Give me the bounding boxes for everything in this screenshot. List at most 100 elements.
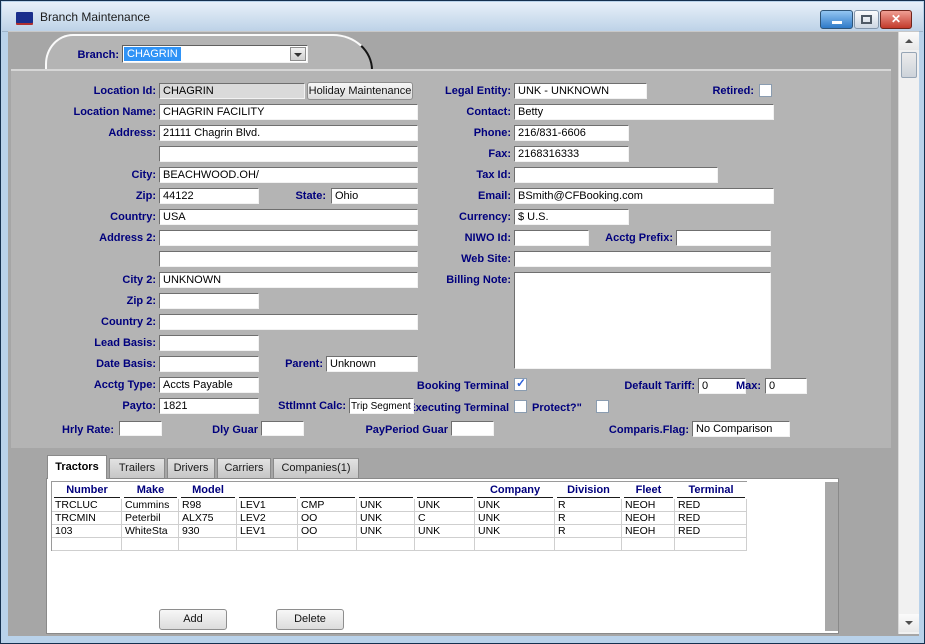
cell: NEOH — [622, 512, 675, 525]
lead-basis-field[interactable] — [159, 335, 259, 351]
max-label: Max: — [717, 380, 761, 393]
retired-checkbox[interactable] — [759, 84, 772, 97]
comparis-flag-field[interactable] — [692, 421, 790, 437]
country-label: Country: — [21, 211, 156, 224]
cell: UNK — [357, 525, 415, 538]
email-label: Email: — [421, 190, 511, 203]
phone-label: Phone: — [421, 127, 511, 140]
minimize-button[interactable] — [820, 10, 853, 29]
booking-terminal-checkbox[interactable] — [514, 378, 527, 391]
address2-line1-field[interactable] — [159, 230, 418, 246]
col-header-fleet[interactable]: Fleet — [624, 483, 673, 498]
payperiod-guar-field[interactable] — [451, 421, 494, 436]
billing-note-textarea[interactable] — [514, 272, 771, 369]
title-bar[interactable]: Branch Maintenance ✕ — [2, 2, 923, 32]
phone-field[interactable] — [514, 125, 629, 141]
zip2-field[interactable] — [159, 293, 259, 309]
contact-field[interactable] — [514, 104, 774, 120]
acctg-prefix-field[interactable] — [676, 230, 771, 246]
payperiod-guar-label: PayPeriod Guar — [328, 424, 448, 437]
address2-line2-field[interactable] — [159, 251, 418, 267]
tab-carriers[interactable]: Carriers — [217, 458, 271, 479]
niwo-id-field[interactable] — [514, 230, 589, 246]
chevron-down-icon[interactable] — [290, 47, 306, 61]
executing-terminal-checkbox[interactable] — [514, 400, 527, 413]
sttlmnt-calc-field[interactable] — [349, 398, 414, 414]
dly-guar-field[interactable] — [261, 421, 304, 436]
delete-button[interactable]: Delete — [276, 609, 344, 630]
holiday-maintenance-button[interactable]: Holiday Maintenance — [307, 82, 413, 100]
col-header-number[interactable]: Number — [54, 483, 120, 498]
add-button[interactable]: Add — [159, 609, 227, 630]
col-header-make[interactable]: Make — [124, 483, 177, 498]
tax-id-field[interactable] — [514, 167, 718, 183]
protect-checkbox[interactable] — [596, 400, 609, 413]
acctg-prefix-label: Acctg Prefix: — [593, 232, 673, 245]
max-field[interactable] — [765, 378, 807, 394]
cell: CMP — [298, 499, 357, 512]
acctg-type-field[interactable] — [159, 377, 259, 393]
default-tariff-label: Default Tariff: — [605, 380, 695, 393]
city-field[interactable] — [159, 167, 418, 183]
tab-companies[interactable]: Companies(1) — [273, 458, 359, 479]
col-header-blank1[interactable] — [239, 483, 296, 498]
cell: UNK — [475, 499, 555, 512]
legal-entity-field[interactable] — [514, 83, 647, 99]
table-row[interactable]: TRCLUC Cummins R98 LEV1 CMP UNK UNK UNK … — [52, 499, 747, 512]
tab-tractors[interactable]: Tractors — [47, 455, 107, 479]
table-row[interactable]: TRCMIN Peterbil ALX75 LEV2 OO UNK C UNK … — [52, 512, 747, 525]
zip-field[interactable] — [159, 188, 259, 204]
scrollbar-up-icon[interactable] — [899, 32, 919, 50]
cell: LEV1 — [237, 525, 298, 538]
state-field[interactable] — [331, 188, 418, 204]
branch-combobox[interactable]: CHAGRIN — [122, 45, 308, 63]
col-header-blank4[interactable] — [417, 483, 473, 498]
col-header-blank3[interactable] — [359, 483, 413, 498]
email-field[interactable] — [514, 188, 774, 204]
scrollbar-down-icon[interactable] — [899, 614, 919, 632]
col-header-division[interactable]: Division — [557, 483, 620, 498]
grid-scrollbar[interactable] — [825, 482, 838, 631]
window-scrollbar[interactable] — [898, 32, 919, 634]
web-site-field[interactable] — [514, 251, 771, 267]
col-header-company[interactable]: Company — [477, 483, 553, 498]
cell: LEV2 — [237, 512, 298, 525]
cell: UNK — [357, 512, 415, 525]
cell: LEV1 — [237, 499, 298, 512]
fax-field[interactable] — [514, 146, 629, 162]
tab-trailers[interactable]: Trailers — [109, 458, 165, 479]
table-row-empty[interactable] — [52, 538, 747, 551]
cell: UNK — [415, 525, 475, 538]
cell: UNK — [475, 525, 555, 538]
tab-drivers[interactable]: Drivers — [167, 458, 215, 479]
country-field[interactable] — [159, 209, 418, 225]
date-basis-label: Date Basis: — [21, 358, 156, 371]
col-header-blank2[interactable] — [300, 483, 355, 498]
hrly-rate-label: Hrly Rate: — [21, 424, 114, 437]
cell: RED — [675, 512, 747, 525]
cell: Peterbil — [122, 512, 179, 525]
close-icon[interactable]: ✕ — [880, 10, 912, 29]
hrly-rate-field[interactable] — [119, 421, 162, 436]
address-line1-field[interactable] — [159, 125, 418, 141]
country2-field[interactable] — [159, 314, 418, 330]
city2-field[interactable] — [159, 272, 418, 288]
maximize-button[interactable] — [854, 10, 879, 29]
currency-field[interactable] — [514, 209, 629, 225]
col-header-model[interactable]: Model — [181, 483, 235, 498]
branch-label: Branch: — [41, 49, 119, 62]
booking-terminal-label: Booking Terminal — [399, 380, 509, 393]
cell: UNK — [415, 499, 475, 512]
cell: UNK — [475, 512, 555, 525]
payto-label: Payto: — [21, 400, 156, 413]
scrollbar-thumb[interactable] — [901, 52, 917, 78]
cell: C — [415, 512, 475, 525]
col-header-terminal[interactable]: Terminal — [677, 483, 745, 498]
cell: NEOH — [622, 499, 675, 512]
location-name-field[interactable] — [159, 104, 418, 120]
parent-field[interactable] — [326, 356, 418, 372]
table-row[interactable]: 103 WhiteSta 930 LEV1 OO UNK UNK UNK R N… — [52, 525, 747, 538]
cell: TRCMIN — [52, 512, 122, 525]
address-line2-field[interactable] — [159, 146, 418, 162]
protect-label: Protect?" — [532, 402, 592, 415]
